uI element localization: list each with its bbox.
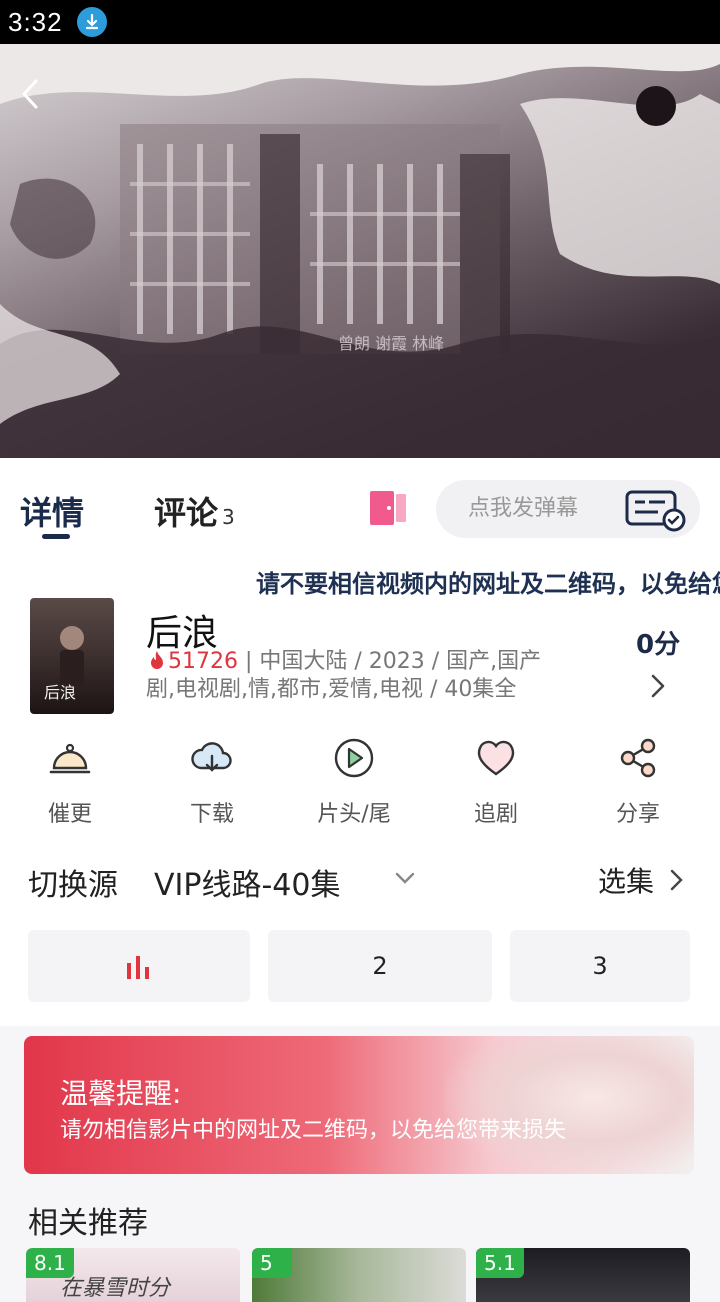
tab-active-indicator <box>42 534 70 539</box>
banner-title: 温馨提醒: <box>60 1077 182 1110</box>
source-selector[interactable]: VIP线路-40集 <box>154 860 340 904</box>
recommend-card[interactable]: 8.1 在暴雪时分 <box>26 1248 240 1302</box>
status-time: 3:32 <box>8 6 63 37</box>
comments-count: 3 <box>222 505 235 529</box>
tab-bar: 详情 评论 3 点我发弹幕 <box>0 458 720 558</box>
recommend-score: 5.1 <box>476 1248 524 1278</box>
warning-banner[interactable]: 温馨提醒: 请勿相信影片中的网址及二维码，以免给您带来损失 <box>24 1036 694 1174</box>
recommend-title: 相关推荐 <box>28 1206 148 1241</box>
chevron-right-icon[interactable] <box>668 868 684 892</box>
download-label: 下载 <box>189 802 234 827</box>
select-episode-button[interactable]: 选集 <box>598 860 654 900</box>
meta-text-1: | 中国大陆 / 2023 / 国产,国产 <box>238 649 542 674</box>
play-circle-icon <box>334 738 374 778</box>
danmu-settings-icon[interactable] <box>624 488 688 532</box>
source-label: 切换源 <box>28 868 118 903</box>
door-icon[interactable] <box>366 488 410 528</box>
cloud-download-icon <box>191 742 232 772</box>
urge-update-button[interactable]: 催更 <box>10 734 130 828</box>
video-subtitle-text: 曾朗 谢霞 林峰 <box>338 334 444 353</box>
bell-icon <box>49 743 91 774</box>
show-meta-line2: 剧,电视剧,情,都市,爱情,电视 / 40集全 <box>146 677 517 702</box>
recommend-card[interactable]: 5.1 <box>476 1248 690 1302</box>
show-poster: 后浪 <box>30 598 114 714</box>
status-bar: 3:32 <box>0 0 720 44</box>
follow-show-button[interactable]: 追剧 <box>436 734 556 828</box>
heart-icon <box>477 740 515 776</box>
heat-count: 51726 <box>168 649 238 674</box>
notice-text: 请不要相信视频内的网址及二维码，以免给您带来损失 <box>256 570 720 598</box>
recommend-score: 5 <box>252 1248 292 1278</box>
action-bar: 催更 下载 片头/尾 追剧 分享 <box>0 720 720 830</box>
share-icon <box>620 738 656 778</box>
fire-icon <box>151 651 163 669</box>
show-meta-line1: 51726 | 中国大陆 / 2023 / 国产,国产 <box>146 648 586 676</box>
chevron-right-icon[interactable] <box>648 672 668 700</box>
intro-outro-button[interactable]: 片头/尾 <box>294 734 414 828</box>
poster-title-text: 后浪 <box>44 683 76 702</box>
video-player[interactable]: 曾朗 谢霞 林峰 <box>0 44 720 458</box>
show-score: 0分 <box>636 630 681 660</box>
banner-text: 请勿相信影片中的网址及二维码，以免给您带来损失 <box>60 1118 567 1143</box>
chevron-down-icon[interactable] <box>394 870 416 886</box>
episode-2-button[interactable]: 2 <box>268 930 492 1002</box>
tab-details[interactable]: 详情 <box>20 488 84 534</box>
intro-outro-label: 片头/尾 <box>317 802 391 827</box>
chevron-left-icon <box>22 79 38 109</box>
recommend-caption: 在暴雪时分 <box>60 1276 171 1301</box>
download-status-icon <box>76 7 107 37</box>
episode-list: 2 3 <box>0 930 720 1026</box>
notice-marquee: 请不要相信视频内的网址及二维码，以免给您带来损失 <box>0 558 720 602</box>
follow-show-label: 追剧 <box>473 802 518 827</box>
download-button[interactable]: 下载 <box>152 734 272 828</box>
share-label: 分享 <box>615 802 660 827</box>
recommend-card[interactable]: 5 <box>252 1248 466 1302</box>
episode-3-button[interactable]: 3 <box>510 930 690 1002</box>
source-row: 切换源 VIP线路-40集 选集 <box>0 830 720 930</box>
share-button[interactable]: 分享 <box>578 734 698 828</box>
back-button[interactable] <box>10 74 50 114</box>
episode-1-button[interactable] <box>28 930 250 1002</box>
show-info[interactable]: 后浪 后浪 51726 | 中国大陆 / 2023 / 国产,国产 剧,电视剧,… <box>0 598 720 720</box>
urge-update-label: 催更 <box>47 802 92 827</box>
tab-comments-label: 评论 <box>154 494 219 532</box>
tab-comments[interactable]: 评论 3 <box>154 488 235 534</box>
now-playing-icon <box>127 956 149 979</box>
video-frame: 曾朗 谢霞 林峰 <box>0 44 720 458</box>
banner-image <box>444 1036 694 1174</box>
